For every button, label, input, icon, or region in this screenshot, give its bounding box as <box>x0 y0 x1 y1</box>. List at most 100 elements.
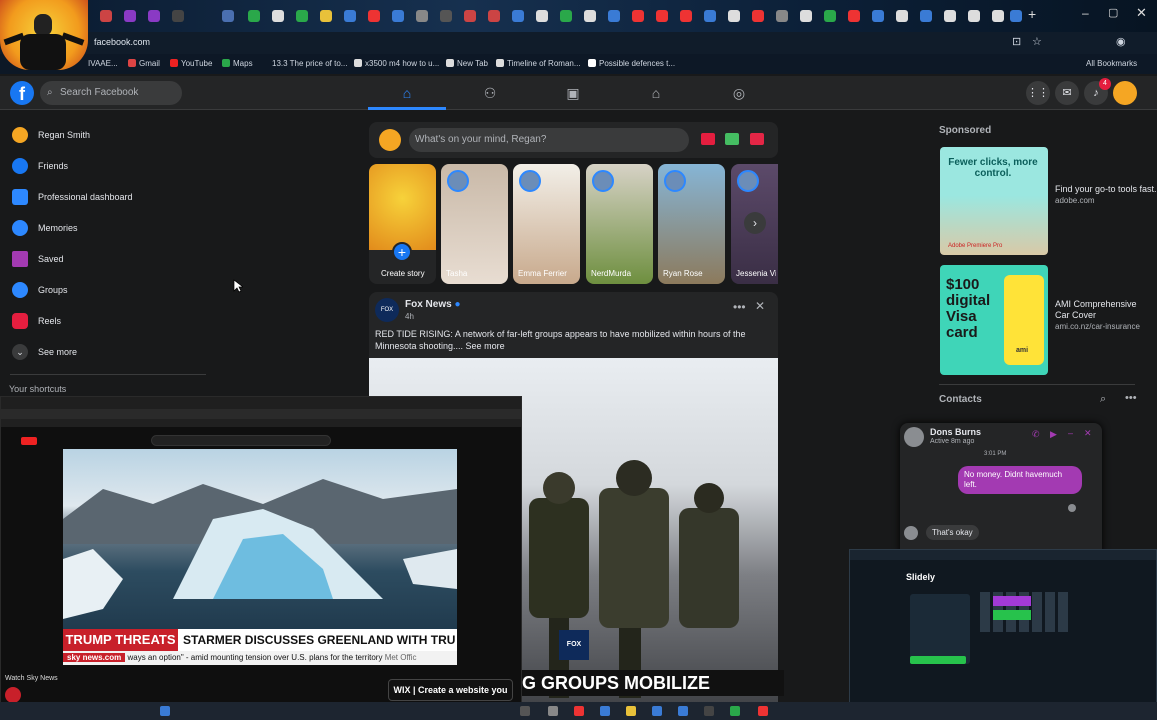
youtube-logo-icon[interactable] <box>21 437 37 445</box>
tab-icon[interactable] <box>536 10 548 22</box>
tab-icon[interactable] <box>920 10 932 22</box>
url-text[interactable]: facebook.com <box>94 37 150 47</box>
folder-icon[interactable] <box>626 706 636 716</box>
tab-icon[interactable] <box>608 10 620 22</box>
tab-icon[interactable] <box>632 10 644 22</box>
plus-icon[interactable]: + <box>392 242 412 262</box>
sidebar-item-memories[interactable]: Memories <box>10 217 200 239</box>
taskbar-icon[interactable] <box>652 706 662 716</box>
bookmark[interactable]: Maps <box>222 59 253 68</box>
tab-icon[interactable] <box>1010 10 1022 22</box>
tab-icon[interactable] <box>222 10 234 22</box>
address-bar[interactable]: facebook.com ⊡ ☆ ◉ <box>0 32 1157 54</box>
account-avatar[interactable] <box>1113 81 1137 105</box>
tab-icon[interactable] <box>584 10 596 22</box>
bookmark[interactable]: Possible defences t... <box>588 59 675 68</box>
tab-icon[interactable] <box>680 10 692 22</box>
story[interactable]: NerdMurda <box>586 164 653 284</box>
bookmark[interactable]: New Tab <box>446 59 488 68</box>
facebook-logo-icon[interactable]: f <box>10 81 34 105</box>
taskbar-icon[interactable] <box>704 706 714 716</box>
tab-icon[interactable] <box>488 10 500 22</box>
tab-icon[interactable] <box>148 10 160 22</box>
video-call-icon[interactable]: ▶ <box>1050 429 1057 440</box>
close-icon[interactable]: ✕ <box>1084 428 1092 439</box>
nav-watch[interactable]: ▣ <box>534 76 612 110</box>
close-icon[interactable]: ✕ <box>755 299 765 313</box>
taskbar-icon[interactable] <box>548 706 558 716</box>
tab-icon[interactable] <box>968 10 980 22</box>
bookmark[interactable]: 13.3 The price of to... <box>272 59 347 68</box>
tab-icon[interactable] <box>440 10 452 22</box>
more-options-icon[interactable]: ••• <box>1125 392 1137 404</box>
tab-icon[interactable] <box>800 10 812 22</box>
sidebar-item-reels[interactable]: Reels <box>10 310 200 332</box>
sidebar-item-friends[interactable]: Friends <box>10 155 200 177</box>
ad-title[interactable]: AMI Comprehensive Car Cover ami.co.nz/car… <box>1055 299 1143 332</box>
tab-icon[interactable] <box>416 10 428 22</box>
yt-search-input[interactable] <box>151 435 331 446</box>
tab-icon[interactable] <box>512 10 524 22</box>
tab-icon[interactable] <box>728 10 740 22</box>
start-icon[interactable] <box>160 706 170 716</box>
bookmark-star-icon[interactable]: ☆ <box>1032 35 1042 48</box>
bookmark[interactable]: IVAAE... <box>88 59 118 68</box>
messenger-icon[interactable]: ✉ <box>1055 81 1079 105</box>
taskbar-icon[interactable] <box>678 706 688 716</box>
story[interactable]: Emma Ferrier <box>513 164 580 284</box>
maximize-icon[interactable]: ▢ <box>1108 6 1118 19</box>
sidebar-item-see-more[interactable]: ⌄ See more <box>10 341 200 363</box>
tab-icon[interactable] <box>656 10 668 22</box>
tab-icon[interactable] <box>992 10 1004 22</box>
live-video-icon[interactable] <box>701 133 715 145</box>
search-icon[interactable]: ⌕ <box>1100 393 1106 406</box>
taskbar-icon[interactable] <box>758 706 768 716</box>
tab-icon[interactable] <box>124 10 136 22</box>
photo-icon[interactable] <box>725 133 739 145</box>
tab-icon[interactable] <box>824 10 836 22</box>
tab-icon[interactable] <box>320 10 332 22</box>
status-input[interactable]: What's on your mind, Regan? <box>409 128 689 152</box>
nav-friends[interactable]: ⚇ <box>451 76 529 110</box>
search-input[interactable]: ⌕ Search Facebook <box>40 81 182 105</box>
ad-title[interactable]: Find your go-to tools fast. adobe.com <box>1055 184 1157 206</box>
sidebar-item-groups[interactable]: Groups <box>10 279 200 301</box>
menu-grid-icon[interactable]: ⋮⋮ <box>1026 81 1050 105</box>
chat-name[interactable]: Dons Burns <box>930 427 981 437</box>
minimize-icon[interactable]: – <box>1082 6 1089 20</box>
tab-icon[interactable] <box>776 10 788 22</box>
tab-icon[interactable] <box>100 10 112 22</box>
tab-icon[interactable] <box>344 10 356 22</box>
bookmark[interactable]: YouTube <box>170 59 212 68</box>
tab-icon[interactable] <box>752 10 764 22</box>
close-icon[interactable]: ✕ <box>1136 5 1147 21</box>
tab-icon[interactable] <box>848 10 860 22</box>
story[interactable]: Tasha <box>441 164 508 284</box>
ad-image[interactable]: $100 digital Visa card ami <box>940 265 1048 375</box>
video-player[interactable] <box>63 449 457 653</box>
tab-icon[interactable] <box>872 10 884 22</box>
more-options-icon[interactable]: ••• <box>733 300 746 314</box>
story-create[interactable]: + Create story <box>369 164 436 284</box>
tab-icon[interactable] <box>944 10 956 22</box>
bookmark[interactable]: Timeline of Roman... <box>496 59 581 68</box>
sidebar-item-dashboard[interactable]: Professional dashboard <box>10 186 200 208</box>
tab-icon[interactable] <box>296 10 308 22</box>
chrome-icon[interactable] <box>574 706 584 716</box>
stories-next-arrow-icon[interactable]: › <box>744 212 766 234</box>
taskbar-icon[interactable] <box>600 706 610 716</box>
new-tab-icon[interactable]: + <box>1028 6 1036 22</box>
install-icon[interactable]: ⊡ <box>1012 35 1021 48</box>
nav-home[interactable]: ⌂ <box>368 76 446 110</box>
taskbar-icon[interactable] <box>520 706 530 716</box>
channel-label[interactable]: Watch Sky News <box>5 675 58 682</box>
bookmark[interactable]: x3500 m4 how to u... <box>354 59 439 68</box>
tab-icon[interactable] <box>896 10 908 22</box>
minimize-icon[interactable]: – <box>1068 428 1073 438</box>
call-icon[interactable]: ✆ <box>1032 429 1040 440</box>
nav-gaming[interactable]: ◎ <box>700 76 778 110</box>
calendar-grid[interactable] <box>980 592 1070 632</box>
tab-icon[interactable] <box>704 10 716 22</box>
green-button[interactable] <box>910 656 966 664</box>
nav-marketplace[interactable]: ⌂ <box>617 76 695 110</box>
